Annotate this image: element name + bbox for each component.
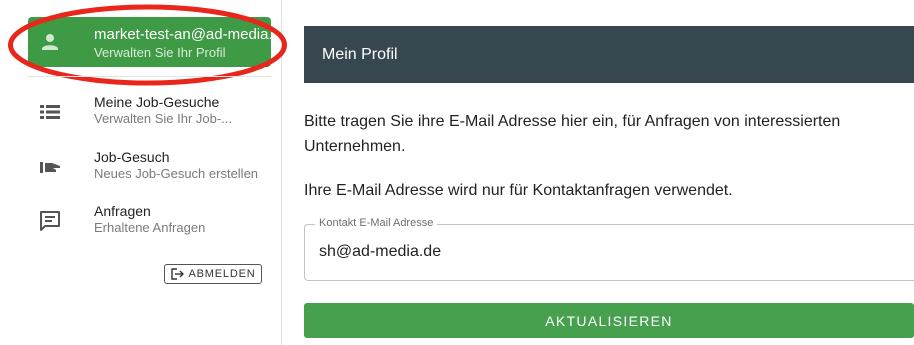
sidebar-divider <box>28 76 271 77</box>
nav-item-subtitle: Erhaltene Anfragen <box>94 220 206 235</box>
sidebar: market-test-an@ad-media... Verwalten Sie… <box>0 0 287 345</box>
logout-label: ABMELDEN <box>188 268 256 280</box>
email-input[interactable] <box>305 239 914 265</box>
chat-icon <box>40 211 60 231</box>
note-text: Ihre E-Mail Adresse wird nur für Kontakt… <box>304 182 733 199</box>
logout-button[interactable]: ABMELDEN <box>164 264 262 284</box>
nav-item-title: Job-Gesuch <box>94 149 170 165</box>
intro-text: Bitte tragen Sie ihre E-Mail Adresse hie… <box>304 113 841 155</box>
nav-item-subtitle: Verwalten Sie Ihr Job-... <box>94 111 233 126</box>
email-field[interactable]: Kontakt E-Mail Adresse <box>304 217 914 281</box>
logout-icon <box>170 268 184 280</box>
sidebar-item-profile[interactable]: market-test-an@ad-media... Verwalten Sie… <box>28 17 281 67</box>
sidebar-item-anfragen[interactable]: Anfragen Erhaltene Anfragen <box>28 203 271 243</box>
nav-item-subtitle: Neues Job-Gesuch erstellen <box>94 166 259 181</box>
nav-item-title: Anfragen <box>94 203 151 219</box>
list-icon <box>40 105 60 119</box>
page-title: Mein Profil <box>322 46 398 63</box>
page: market-test-an@ad-media... Verwalten Sie… <box>0 0 914 345</box>
update-button[interactable]: AKTUALISIEREN <box>304 303 914 338</box>
nav-item-title: Meine Job-Gesuche <box>94 94 220 110</box>
hand-icon <box>40 162 60 173</box>
sidebar-item-job-gesuch[interactable]: Job-Gesuch Neues Job-Gesuch erstellen <box>28 149 271 189</box>
profile-email: market-test-an@ad-media... <box>94 26 281 43</box>
sidebar-item-job-gesuche[interactable]: Meine Job-Gesuche Verwalten Sie Ihr Job-… <box>28 94 271 134</box>
profile-subtitle: Verwalten Sie Ihr Profil <box>94 45 226 60</box>
profile-header: Mein Profil <box>304 26 914 83</box>
person-icon <box>42 34 58 50</box>
email-field-label: Kontakt E-Mail Adresse <box>315 217 438 229</box>
